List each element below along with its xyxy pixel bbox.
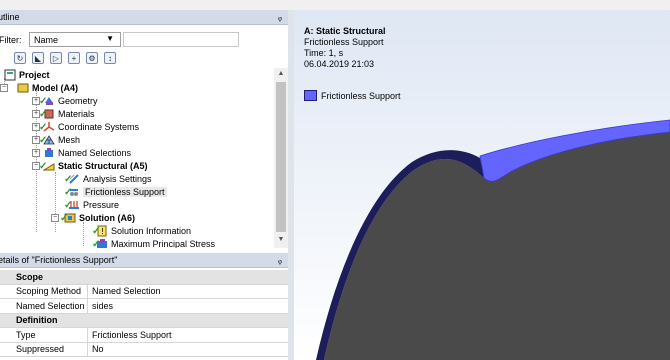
legend-key-label: Frictionless Support [321, 90, 401, 101]
table-row[interactable]: Type Frictionless Support [0, 328, 288, 343]
tree-item-model[interactable]: − Model (A4) [0, 81, 78, 94]
svg-text:!: ! [101, 227, 104, 236]
stress-result-icon: ✓ [92, 238, 108, 248]
graphics-viewport[interactable]: A: Static Structural Frictionless Suppor… [294, 10, 670, 360]
table-row[interactable]: Scoping Method Named Selection [0, 284, 288, 299]
geometry-icon: ✓ [39, 95, 55, 107]
legend-date: 06.04.2019 21:03 [304, 59, 375, 69]
tree-item-max-principal-stress[interactable]: ✓ Maximum Principal Stress [92, 237, 215, 248]
analysis-settings-icon: ✓ [64, 173, 80, 185]
solution-information-icon: ✓ ! [92, 225, 107, 237]
expand-icon[interactable]: + [32, 148, 40, 157]
top-strip [0, 0, 288, 10]
pressure-icon: ✓ [64, 199, 80, 211]
collapse-icon[interactable]: − [0, 83, 8, 92]
coordinate-system-icon: ✓ [39, 121, 55, 133]
legend-key: Frictionless Support [304, 90, 401, 101]
outline-title: utline [0, 12, 20, 22]
tree-item-project[interactable]: Project [4, 68, 50, 81]
table-row[interactable]: Suppressed No [0, 342, 288, 357]
viewport-legend: A: Static Structural Frictionless Suppor… [304, 26, 386, 70]
details-table: Scope Scoping Method Named Selection Nam… [0, 270, 288, 357]
update-icon[interactable]: ↻ [14, 52, 26, 64]
scroll-thumb[interactable] [276, 82, 286, 232]
materials-icon: ✓ [39, 108, 55, 120]
filter-icon[interactable]: ⚙ [86, 52, 98, 64]
section-definition[interactable]: Definition [0, 313, 288, 328]
sort-icon[interactable]: ↕ [104, 52, 116, 64]
tree-item-geometry[interactable]: + ✓ Geometry [32, 94, 98, 107]
tree-item-materials[interactable]: + ✓ Materials [32, 107, 95, 120]
chevron-down-icon: ▼ [106, 34, 114, 43]
expand-all-icon[interactable]: + [68, 52, 80, 64]
collapse-icon[interactable]: − [51, 213, 59, 222]
viewport-top-strip [288, 0, 670, 10]
legend-subtitle: Frictionless Support [304, 37, 384, 47]
tree-item-mesh[interactable]: + ✓ Mesh [32, 133, 80, 146]
outline-header: utline ᵩ [0, 10, 288, 25]
model-icon [17, 82, 29, 94]
outline-tree: Project − Model (A4) + ✓ Geometry + ✓ Ma… [0, 68, 274, 248]
frictionless-support-icon: ✓ [64, 186, 80, 198]
details-header: etails of "Frictionless Support" ᵩ [0, 253, 288, 268]
left-panel: utline ᵩ Filter: Name ▼ ↻ ◣ ▷ + ⚙ ↕ Proj… [0, 0, 288, 360]
tree-item-pressure[interactable]: ✓ Pressure [64, 198, 119, 211]
scroll-up-icon[interactable]: ▲ [274, 68, 288, 80]
scroll-down-icon[interactable]: ▼ [274, 234, 288, 246]
project-icon [4, 69, 16, 81]
named-selection-icon [43, 147, 55, 159]
mesh-icon: ✓ [39, 134, 55, 146]
solution-icon: ✓ [60, 212, 76, 224]
tree-icon[interactable]: ▷ [50, 52, 62, 64]
filter-select[interactable]: Name ▼ [29, 32, 121, 47]
outline-scrollbar[interactable]: ▲ ▼ [274, 68, 288, 248]
tree-item-named-selections[interactable]: + Named Selections [32, 146, 131, 159]
tree-item-solution-information[interactable]: ✓ ! Solution Information [92, 224, 191, 237]
legend-title: A: Static Structural [304, 26, 386, 36]
outline-toolbar: ↻ ◣ ▷ + ⚙ ↕ [0, 50, 116, 66]
filter-select-value: Name [34, 34, 59, 45]
select-icon[interactable]: ◣ [32, 52, 44, 64]
tree-item-coordinate-systems[interactable]: + ✓ Coordinate Systems [32, 120, 139, 133]
tree-item-static-structural[interactable]: − ✓ Static Structural (A5) [32, 159, 148, 172]
tree-item-solution[interactable]: − ✓ Solution (A6) [51, 211, 135, 224]
section-scope[interactable]: Scope [0, 270, 288, 285]
legend-time: Time: 1, s [304, 48, 344, 58]
pin-icon[interactable]: ᵩ [278, 12, 282, 22]
filter-row: Filter: Name ▼ [0, 31, 288, 48]
table-row[interactable]: Named Selection sides [0, 299, 288, 314]
tree-item-frictionless-support[interactable]: ✓ Frictionless Support [64, 185, 167, 198]
pin-icon[interactable]: ᵩ [278, 255, 282, 265]
tree-item-analysis-settings[interactable]: ✓ Analysis Settings [64, 172, 152, 185]
static-structural-icon: ✓ [39, 160, 55, 172]
filter-label: Filter: [0, 34, 22, 45]
filter-input[interactable] [123, 32, 239, 47]
details-title: etails of "Frictionless Support" [0, 255, 118, 265]
legend-swatch [304, 90, 317, 101]
